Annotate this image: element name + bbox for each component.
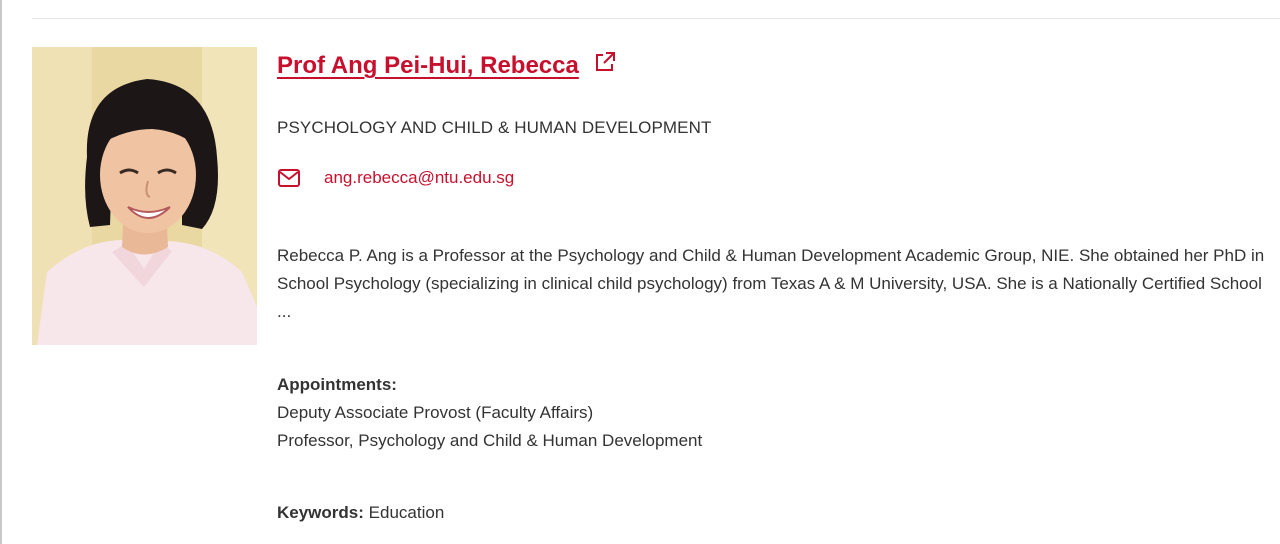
profile-photo[interactable] — [32, 47, 257, 345]
profile-name-link[interactable]: Prof Ang Pei-Hui, Rebecca — [277, 50, 579, 82]
bio-text: Rebecca P. Ang is a Professor at the Psy… — [277, 246, 1265, 321]
top-divider — [32, 18, 1280, 19]
keywords-section: Keywords: Education — [277, 499, 444, 527]
mail-icon — [277, 168, 301, 188]
profile-name-row: Prof Ang Pei-Hui, Rebecca — [277, 50, 617, 82]
appointment-item: Professor, Psychology and Child & Human … — [277, 431, 703, 450]
appointment-item: Deputy Associate Provost (Faculty Affair… — [277, 403, 594, 422]
keywords-value: Education — [368, 503, 445, 522]
email-link[interactable]: ang.rebecca@ntu.edu.sg — [324, 168, 514, 188]
appointments-heading: Appointments: — [277, 375, 397, 394]
email-row: ang.rebecca@ntu.edu.sg — [277, 168, 514, 188]
left-border — [0, 0, 2, 544]
appointments-section: Appointments: Deputy Associate Provost (… — [277, 371, 702, 455]
external-link-icon[interactable] — [593, 50, 617, 74]
department-label: PSYCHOLOGY AND CHILD & HUMAN DEVELOPMENT — [277, 118, 712, 137]
keywords-label: Keywords: — [277, 503, 364, 522]
profile-photo-illustration — [32, 47, 257, 345]
